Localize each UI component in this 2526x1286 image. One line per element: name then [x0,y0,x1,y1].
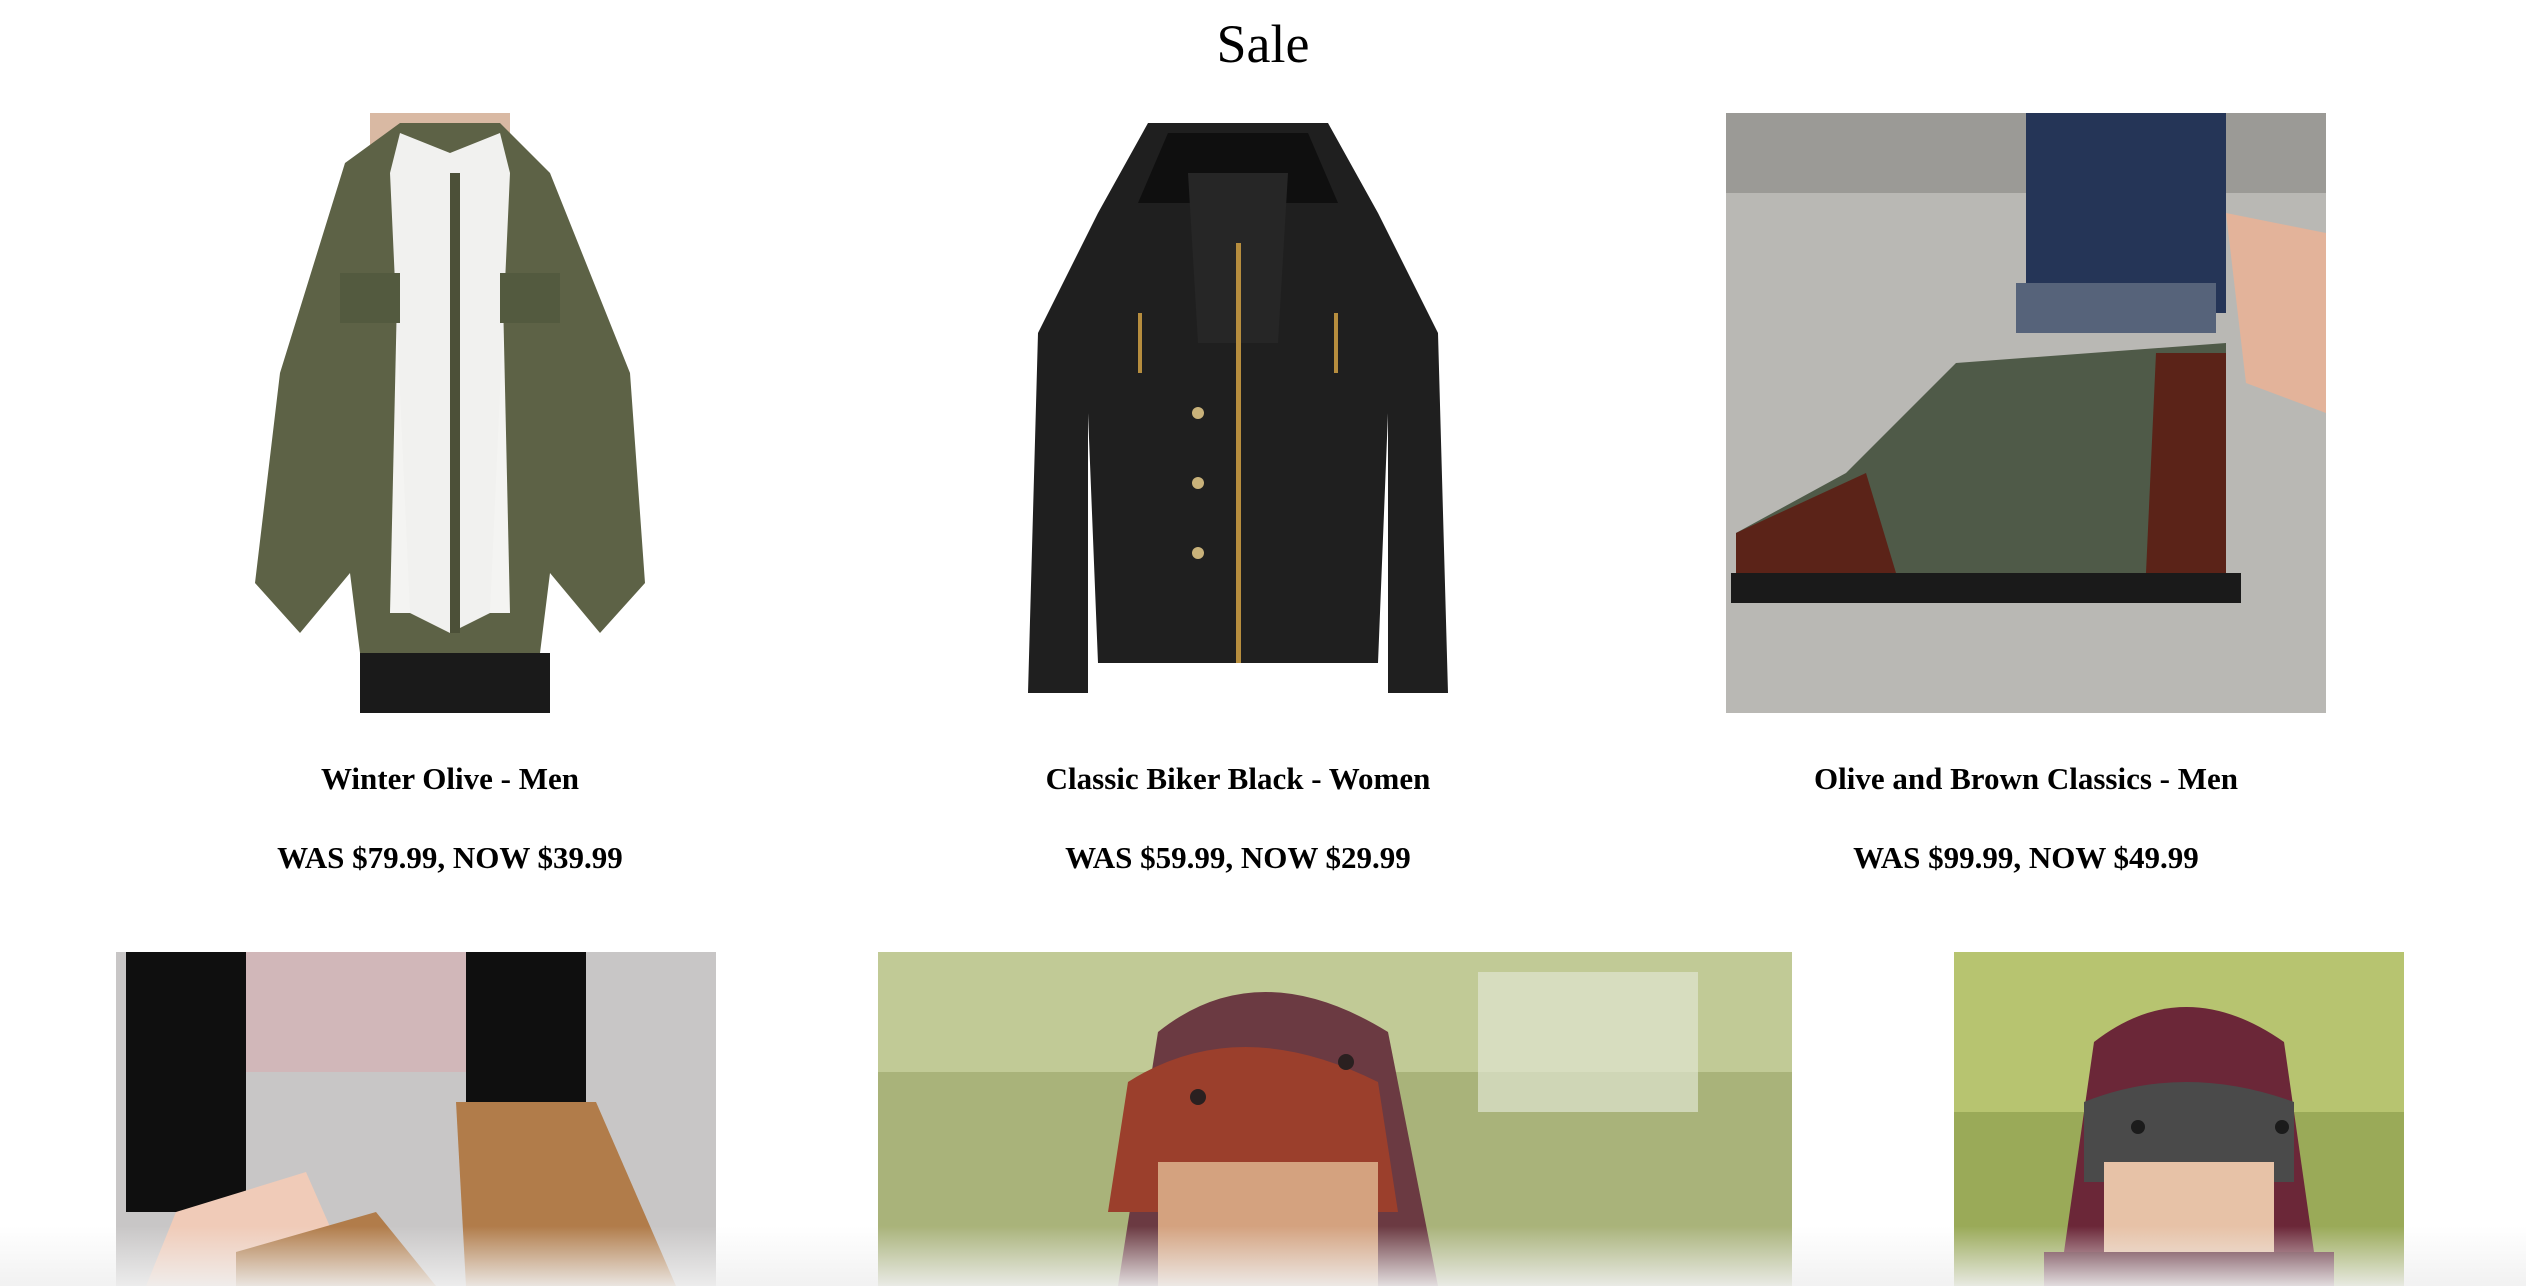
black-biker-jacket-illustration [1018,113,1458,713]
product-name[interactable]: Olive and Brown Classics - Men [1726,759,2326,799]
product-card-classic-biker[interactable]: Classic Biker Black - Women WAS $59.99, … [938,113,1538,893]
product-name[interactable]: Winter Olive - Men [150,759,750,799]
olive-parka-illustration [250,113,650,713]
product-name[interactable]: Classic Biker Black - Women [938,759,1538,799]
sale-page: Sale Winter Olive - Men WAS $79.99, NOW … [0,0,2526,1286]
page-title: Sale [1216,14,1310,74]
product-card-olive-brown-classics-text: Olive and Brown Classics - Men WAS $99.9… [1726,113,2326,893]
product-price: WAS $99.99, NOW $49.99 [1853,840,2199,875]
product-image-olive-parka[interactable] [250,113,650,713]
product-card-winter-olive[interactable]: Winter Olive - Men WAS $79.99, NOW $39.9… [150,113,750,893]
product-price: WAS $59.99, NOW $29.99 [1065,840,1411,875]
bottom-fade [0,1226,2526,1286]
product-image-black-biker-jacket[interactable] [1018,113,1458,713]
product-price: WAS $79.99, NOW $39.99 [277,840,623,875]
